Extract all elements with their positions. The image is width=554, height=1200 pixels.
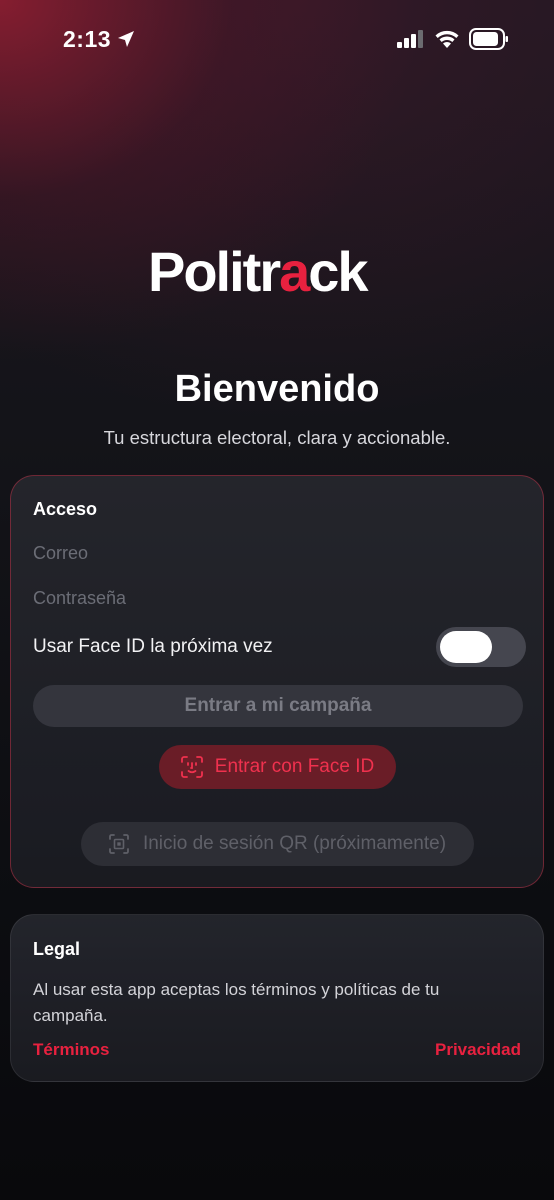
location-arrow-icon <box>118 31 134 47</box>
battery-icon <box>469 28 508 50</box>
terms-link[interactable]: Términos <box>33 1040 110 1060</box>
qr-button-label: Inicio de sesión QR (próximamente) <box>142 833 447 854</box>
politrack-logo: Politrack <box>148 240 369 303</box>
face-id-toggle[interactable] <box>436 627 526 667</box>
face-id-icon <box>180 756 203 778</box>
legal-card: Legal Al usar esta app aceptas los térmi… <box>10 914 544 1082</box>
status-bar: 2:13 <box>0 0 554 80</box>
welcome-title: Bienvenido <box>174 368 380 410</box>
face-id-button-label: Entrar con Face ID <box>214 756 375 777</box>
status-time: 2:13 <box>63 26 112 52</box>
access-card: Acceso Usar Face ID la próxima vez Entra… <box>10 475 544 888</box>
qr-login-button[interactable]: Inicio de sesión QR (próximamente) <box>81 822 474 866</box>
legal-title: Legal <box>33 939 81 959</box>
password-field[interactable] <box>33 588 513 609</box>
toggle-knob <box>440 631 492 663</box>
legal-text: Al usar esta app aceptas los términos y … <box>33 980 440 1025</box>
privacy-link[interactable]: Privacidad <box>435 1040 521 1060</box>
access-title: Acceso <box>33 499 98 519</box>
welcome-subtitle: Tu estructura electoral, clara y acciona… <box>103 427 451 448</box>
wifi-icon <box>435 30 459 48</box>
face-id-login-button[interactable]: Entrar con Face ID <box>159 745 396 789</box>
cellular-signal-icon <box>397 30 423 48</box>
qr-scan-icon <box>109 834 129 854</box>
enter-campaign-button[interactable]: Entrar a mi campaña <box>33 685 523 727</box>
email-field[interactable] <box>33 543 513 564</box>
face-id-toggle-label: Usar Face ID la próxima vez <box>33 636 273 657</box>
